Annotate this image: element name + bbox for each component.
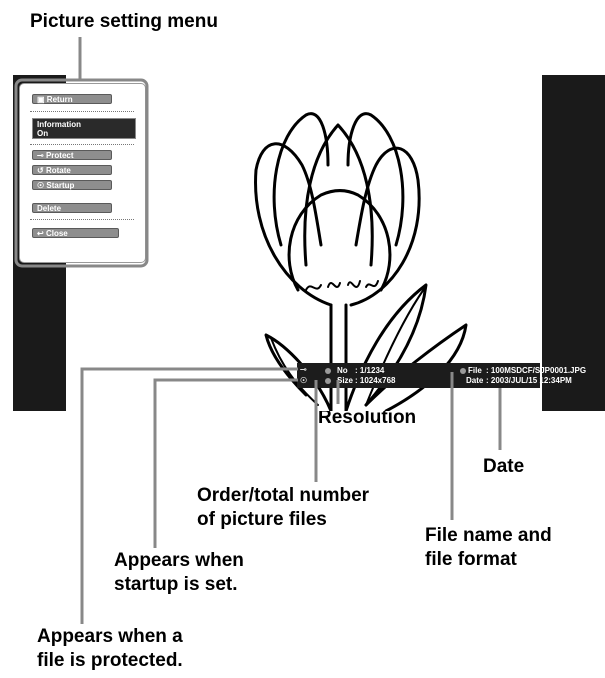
callout-lines: [14, 37, 502, 624]
startup-leader-line: [153, 378, 298, 548]
menu-highlight-frame: [14, 78, 149, 268]
protect-leader-line: [80, 367, 298, 624]
